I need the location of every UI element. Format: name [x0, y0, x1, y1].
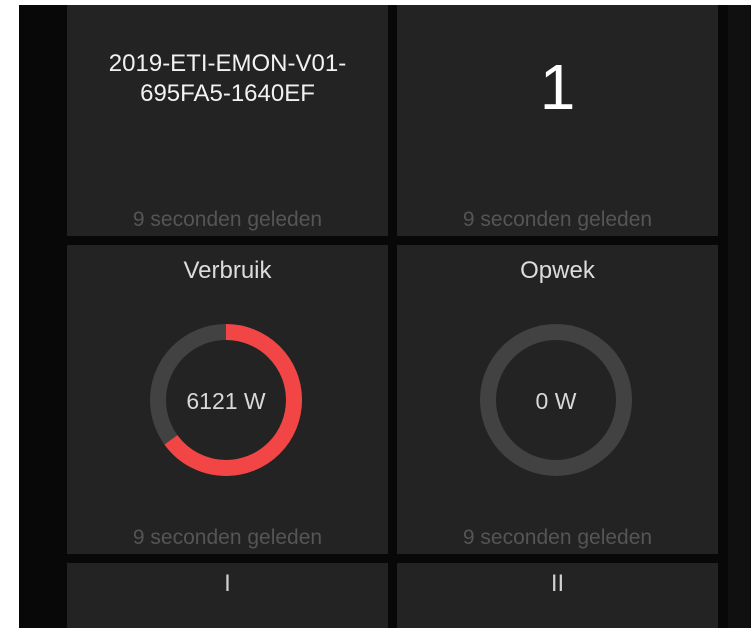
verbruik-title: Verbruik	[183, 257, 272, 284]
opwek-value: 0 W	[535, 388, 577, 414]
opwek-tile[interactable]: Opwek 0 W 9 seconden geleden	[397, 245, 718, 554]
opwek-title: Opwek	[520, 257, 595, 284]
verbruik-updated-time: 9 seconden geleden	[132, 526, 323, 549]
count-updated-time: 9 seconden geleden	[462, 208, 653, 231]
count-value: 1	[539, 51, 576, 123]
verbruik-tile[interactable]: Verbruik 6121 W 9 seconden geleden	[67, 245, 388, 554]
phase-2-label: II	[550, 570, 565, 597]
count-tile[interactable]: 1 9 seconden geleden	[397, 5, 718, 236]
opwek-gauge: 0 W	[476, 320, 636, 480]
phase-1-label: I	[224, 570, 231, 597]
side-bar	[728, 5, 750, 628]
phase-1-tile[interactable]: I	[67, 563, 388, 628]
device-updated-time: 9 seconden geleden	[132, 208, 323, 231]
verbruik-gauge: 6121 W	[146, 320, 306, 480]
device-id-text: 2019-ETI-EMON-V01- 695FA5-1640EF	[108, 50, 347, 107]
phase-2-tile[interactable]: II	[397, 563, 718, 628]
device-id-tile[interactable]: 2019-ETI-EMON-V01- 695FA5-1640EF 9 secon…	[67, 5, 388, 236]
opwek-updated-time: 9 seconden geleden	[462, 526, 653, 549]
verbruik-value: 6121 W	[186, 388, 266, 414]
